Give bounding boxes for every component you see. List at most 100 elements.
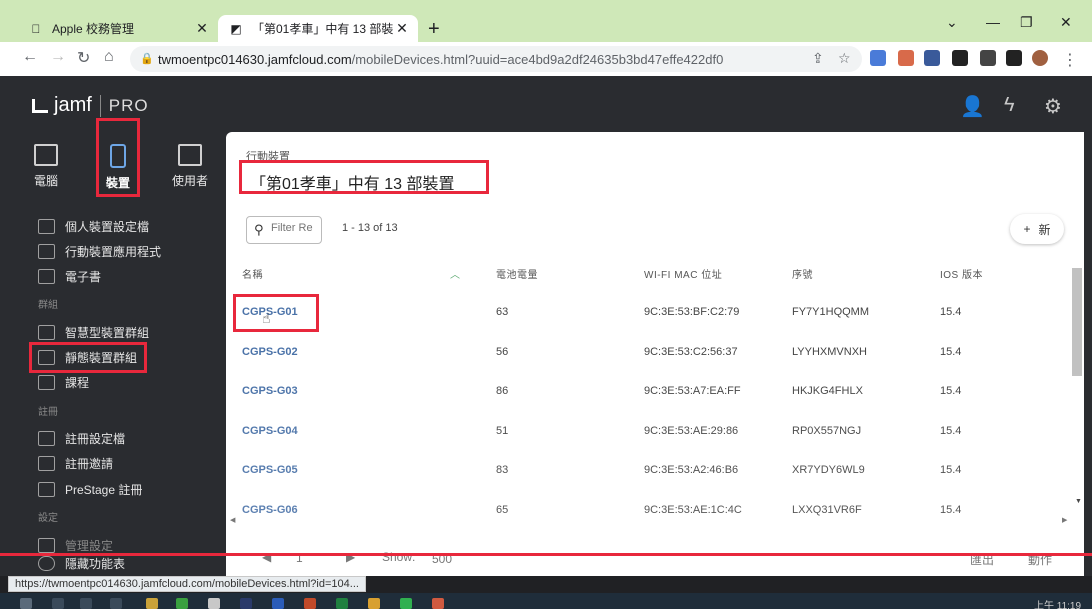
chrome-icon[interactable] <box>368 598 380 609</box>
sidebar-item-management-settings[interactable]: 管理設定 <box>38 537 113 554</box>
arrow-left-icon <box>38 556 55 571</box>
status-bar-url: https://twmoentpc014630.jamfcloud.com/mo… <box>8 576 366 592</box>
powerpoint-icon[interactable] <box>304 598 316 609</box>
restore-icon[interactable]: ❐ <box>1020 14 1033 31</box>
address-bar[interactable]: 🔒 twmoentpc014630.jamfcloud.com/mobileDe… <box>130 46 862 72</box>
annotation-line <box>0 553 1092 556</box>
task-view-icon[interactable] <box>110 598 122 609</box>
sidebar-item-smart-groups[interactable]: 智慧型裝置群組 <box>38 324 149 341</box>
tab-apple-school-manager[interactable]:  Apple 校務管理 ✕ <box>18 15 218 42</box>
device-name-link[interactable]: CGPS-G05 <box>242 464 298 476</box>
file-explorer-icon[interactable] <box>146 598 158 609</box>
device-name-link[interactable]: CGPS-G03 <box>242 385 298 397</box>
highlight-box <box>96 118 140 197</box>
cell-serial: LXXQ31VR6F <box>792 503 862 516</box>
word-icon[interactable] <box>272 598 284 609</box>
sidebar-item-classes[interactable]: 課程 <box>38 374 89 391</box>
filter-input[interactable] <box>271 222 319 234</box>
cell-wifi-mac: 9C:3E:53:BF:C2:79 <box>644 306 740 318</box>
column-header-name[interactable]: 名稱 <box>242 266 263 281</box>
avatar[interactable] <box>1032 50 1048 66</box>
sidebar-item-ebooks[interactable]: 電子書 <box>38 268 101 285</box>
bookmark-star-icon[interactable]: ☆ <box>838 50 851 67</box>
search-icon[interactable] <box>52 598 64 609</box>
profile-icon <box>38 219 55 234</box>
user-icon[interactable]: 👤 <box>960 94 985 119</box>
scroll-left-arrow[interactable]: ◀ <box>230 516 235 524</box>
scroll-down-arrow[interactable]: ▼ <box>1075 498 1082 505</box>
terminal-icon[interactable] <box>240 598 252 609</box>
sidebar-item-enrollment-invitations[interactable]: 註冊邀請 <box>38 455 113 472</box>
tab-label: 「第01孝車」中有 13 部裝置* <box>252 22 394 36</box>
cell-wifi-mac: 9C:3E:53:AE:29:86 <box>644 424 739 437</box>
sidebar-item-prestage[interactable]: PreStage 註冊 <box>38 481 142 498</box>
line-icon[interactable] <box>176 598 188 609</box>
tab-label: Apple 校務管理 <box>52 22 135 36</box>
home-icon[interactable]: ⌂ <box>104 48 114 66</box>
plus-icon: + <box>1023 222 1031 236</box>
category-computers[interactable]: 電腦 <box>18 144 74 189</box>
cell-ios-version: 15.4 <box>940 464 962 476</box>
sidepanel-icon[interactable] <box>1006 50 1022 66</box>
jamf-logo[interactable]: jamf PRO <box>32 94 149 117</box>
cell-wifi-mac: 9C:3E:53:AE:1C:4C <box>644 503 742 516</box>
sidebar-item-enrollment-profiles[interactable]: 註冊設定檔 <box>38 430 125 447</box>
extension-icon[interactable] <box>924 50 940 66</box>
sidebar-item-hide-menu[interactable]: 隱藏功能表 <box>38 555 125 572</box>
sidebar-section-enrollment: 註冊 <box>38 407 58 418</box>
translate-extension-icon[interactable] <box>870 50 886 66</box>
cell-ios-version: 15.4 <box>940 503 962 516</box>
cell-battery: 86 <box>496 385 509 397</box>
sort-ascending-icon[interactable]: ︿ <box>450 266 460 281</box>
column-header-ios-version[interactable]: IOS 版本 <box>940 266 983 281</box>
url-text: twmoentpc014630.jamfcloud.com/mobileDevi… <box>158 52 724 67</box>
highlight-box <box>239 160 489 194</box>
cell-ios-version: 15.4 <box>940 385 962 397</box>
lightning-icon[interactable]: ϟ <box>1004 94 1015 117</box>
device-name-link[interactable]: CGPS-G02 <box>242 346 298 358</box>
column-header-serial[interactable]: 序號 <box>792 266 813 281</box>
category-users[interactable]: 使用者 <box>162 144 218 189</box>
windows-start-icon[interactable] <box>20 598 32 609</box>
tab-jamf-devices[interactable]: ◩ 「第01孝車」中有 13 部裝置* ✕ <box>218 15 418 42</box>
filter-box[interactable]: ⚲ <box>246 216 322 244</box>
column-header-battery[interactable]: 電池電量 <box>496 266 538 281</box>
sidebar-item-personal-profiles[interactable]: 個人裝置設定檔 <box>38 218 149 235</box>
close-icon[interactable]: ✕ <box>394 20 410 37</box>
close-icon[interactable]: ✕ <box>194 20 210 37</box>
device-name-link[interactable]: CGPS-G06 <box>242 504 298 516</box>
menu-icon[interactable]: ⋮ <box>1062 50 1078 70</box>
excel-icon[interactable] <box>336 598 348 609</box>
back-icon[interactable]: ← <box>22 48 38 66</box>
column-header-wifi-mac[interactable]: WI-FI MAC 位址 <box>644 266 722 281</box>
device-name-link[interactable]: CGPS-G04 <box>242 425 298 437</box>
gear-icon[interactable]: ⚙ <box>1044 94 1062 119</box>
vertical-scrollbar[interactable] <box>1072 268 1082 376</box>
new-button[interactable]: + 新 <box>1010 214 1064 244</box>
chrome-icon[interactable] <box>432 598 444 609</box>
app-icon <box>38 244 55 259</box>
app-icon[interactable] <box>208 598 220 609</box>
minimize-icon[interactable]: — <box>986 14 1000 30</box>
highlight-box <box>233 294 319 332</box>
reload-icon[interactable]: ↻ <box>77 48 90 68</box>
send-icon <box>38 456 55 471</box>
puzzle-icon[interactable] <box>980 50 996 66</box>
sidebar-item-mobile-apps[interactable]: 行動裝置應用程式 <box>38 243 161 260</box>
extension-icon[interactable] <box>952 50 968 66</box>
apple-icon:  <box>28 21 44 37</box>
cursor-hand-icon: ☝ <box>262 310 271 326</box>
spotify-icon[interactable] <box>400 598 412 609</box>
tab-search-icon[interactable]: ⌄ <box>946 14 958 31</box>
cell-battery: 83 <box>496 464 509 476</box>
scroll-right-arrow[interactable]: ▶ <box>1062 516 1067 524</box>
cast-extension-icon[interactable] <box>898 50 914 66</box>
cell-battery: 51 <box>496 424 509 437</box>
new-tab-icon[interactable]: + <box>428 18 440 41</box>
cell-wifi-mac: 9C:3E:53:C2:56:37 <box>644 345 738 358</box>
search-icon: ⚲ <box>254 222 264 237</box>
cortana-icon[interactable] <box>80 598 92 609</box>
forward-icon[interactable]: → <box>50 48 66 66</box>
window-close-icon[interactable]: ✕ <box>1060 14 1072 31</box>
share-icon[interactable]: ⇪ <box>812 50 824 67</box>
